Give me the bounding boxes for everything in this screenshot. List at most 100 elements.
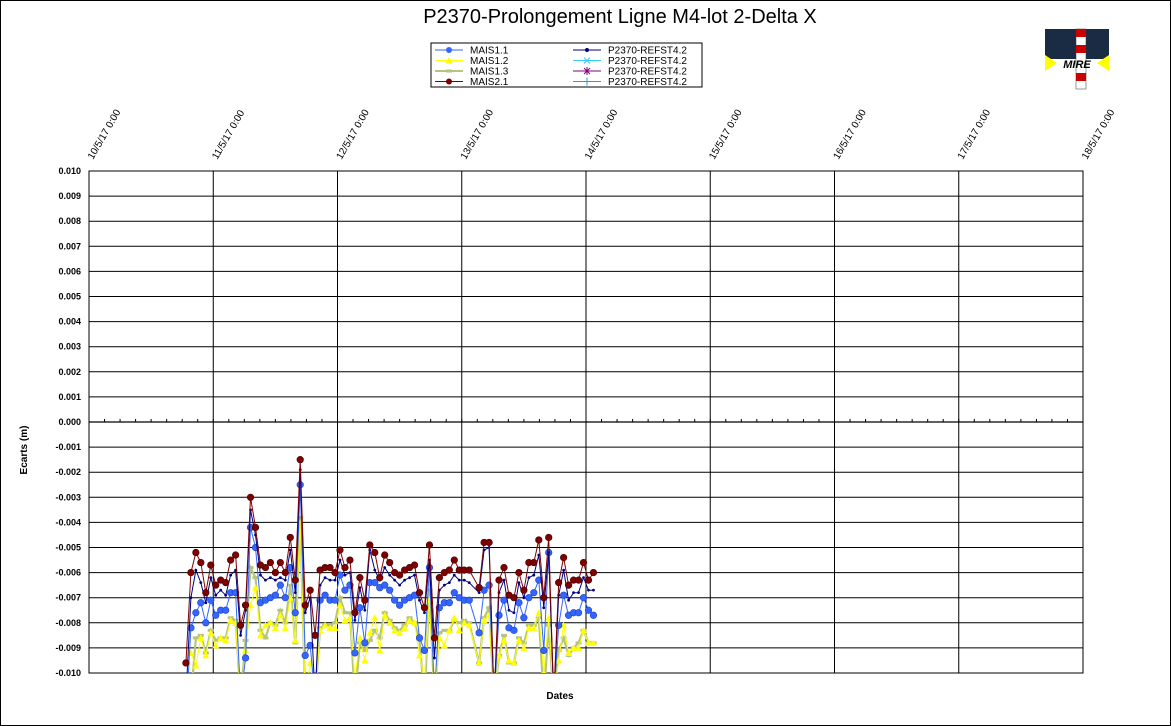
data-point — [286, 533, 294, 542]
data-point — [396, 571, 404, 579]
data-point — [371, 579, 379, 587]
data-point — [302, 697, 308, 700]
data-point — [352, 697, 358, 700]
data-point — [393, 578, 397, 582]
data-point — [386, 558, 394, 567]
data-point — [495, 611, 503, 619]
data-point — [413, 573, 416, 577]
mire-logo: MIRE — [1045, 28, 1109, 90]
data-point — [321, 591, 329, 599]
legend-label: P2370-REFST4.2 — [608, 77, 687, 88]
data-point — [204, 601, 208, 605]
x-tick-label: 17/5/17 0:00 — [956, 107, 994, 161]
data-point — [574, 609, 583, 617]
data-point — [421, 675, 428, 682]
data-point — [447, 581, 451, 585]
data-point — [587, 588, 590, 592]
data-point — [188, 697, 194, 700]
data-point — [266, 558, 275, 567]
data-point — [420, 604, 429, 612]
data-point — [222, 579, 230, 587]
legend-swatch-marker — [446, 69, 452, 73]
data-point — [475, 629, 483, 637]
y-tick-label: -0.005 — [55, 543, 81, 553]
x-tick-label: 10/5/17 0:00 — [86, 107, 124, 161]
data-point — [336, 546, 344, 554]
data-point — [525, 594, 533, 602]
data-point — [209, 576, 213, 580]
data-point — [542, 606, 546, 610]
data-point — [333, 578, 337, 582]
data-point — [281, 594, 289, 602]
data-point — [353, 618, 357, 622]
data-point — [281, 568, 289, 577]
y-tick-label: 0.006 — [58, 266, 81, 276]
data-point — [555, 579, 563, 587]
data-point — [237, 695, 244, 702]
data-point — [185, 697, 188, 700]
x-tick-label: 18/5/17 0:00 — [1080, 107, 1118, 161]
data-point — [477, 591, 481, 595]
data-point — [500, 596, 508, 604]
data-point — [491, 695, 498, 702]
x-tick-labels: 10/5/17 0:00 11/5/17 0:00 12/5/17 0:00 13/5… — [86, 107, 1118, 161]
y-tick-label: 0.002 — [58, 367, 81, 377]
data-point — [530, 558, 538, 567]
data-point — [408, 576, 411, 580]
data-point — [277, 608, 284, 612]
data-point — [420, 646, 429, 655]
data-point — [197, 599, 205, 607]
data-point — [383, 566, 387, 569]
data-point — [430, 634, 439, 642]
data-point — [410, 561, 419, 569]
data-point — [562, 568, 566, 572]
data-point — [241, 601, 250, 609]
data-point — [371, 548, 379, 557]
data-point — [356, 574, 364, 582]
data-point — [346, 556, 354, 564]
y-tick-label: -0.010 — [55, 668, 81, 678]
data-point — [435, 574, 443, 582]
data-point — [421, 697, 427, 700]
x-tick-label: 11/5/17 0:00 — [210, 108, 247, 161]
data-point — [361, 639, 369, 647]
data-point — [306, 586, 314, 594]
data-point — [567, 598, 571, 602]
chart-canvas: 0.010 0.009 0.008 0.007 0.006 0.005 0.004 0.003… — [19, 42, 1118, 702]
y-tick-label: 0.010 — [58, 166, 81, 176]
data-point — [224, 593, 228, 597]
data-point — [431, 697, 437, 700]
data-point — [396, 601, 404, 609]
legend-label: MAIS2.1 — [470, 77, 509, 88]
data-point — [261, 563, 270, 572]
data-point — [269, 576, 272, 580]
x-tick-label: 14/5/17 0:00 — [583, 107, 621, 161]
y-tick-label: 0.008 — [58, 216, 81, 226]
y-tick-label: 0.005 — [58, 292, 81, 302]
data-point — [276, 558, 284, 567]
data-point — [560, 591, 568, 599]
data-point — [425, 541, 434, 549]
data-point — [450, 556, 458, 564]
data-point — [343, 573, 347, 577]
data-point — [246, 493, 255, 501]
logo-staff-band-1 — [1076, 29, 1086, 37]
data-point — [540, 646, 548, 655]
data-point — [592, 588, 595, 592]
data-point — [296, 456, 304, 464]
legend-swatch-marker — [446, 47, 452, 53]
data-point — [582, 576, 585, 580]
logo-staff-band-2 — [1076, 45, 1086, 53]
data-point — [222, 606, 230, 614]
data-point — [301, 601, 309, 609]
data-point — [252, 576, 259, 580]
y-tick-labels: 0.010 0.009 0.008 0.007 0.006 0.005 0.004 0.003… — [55, 166, 81, 678]
data-point — [467, 581, 471, 585]
data-point — [589, 568, 598, 577]
legend-label: P2370-REFST4.2 — [608, 67, 687, 78]
data-point — [452, 573, 456, 577]
data-point — [332, 621, 339, 625]
data-point — [232, 551, 240, 559]
data-point — [229, 573, 233, 577]
data-point — [242, 638, 249, 642]
